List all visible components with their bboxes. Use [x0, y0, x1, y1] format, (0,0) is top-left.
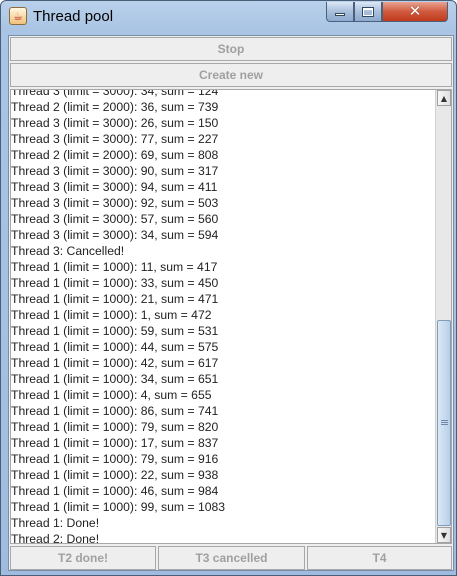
log-line: Thread 1 (limit = 1000): 42, sum = 617: [11, 356, 219, 370]
scroll-up-arrow-icon[interactable]: ▲: [437, 90, 451, 106]
log-line: Thread 1 (limit = 1000): 34, sum = 651: [11, 372, 219, 386]
minimize-button[interactable]: [326, 2, 354, 22]
log-line: Thread 1 (limit = 1000): 4, sum = 655: [11, 388, 212, 402]
log-line: Thread 3 (limit = 3000): 94, sum = 411: [11, 180, 218, 194]
log-line: Thread 1 (limit = 1000): 79, sum = 820: [11, 420, 219, 434]
log-line: Thread 1 (limit = 1000): 86, sum = 741: [11, 404, 219, 418]
window-title: Thread pool: [33, 8, 114, 25]
maximize-icon: [362, 6, 374, 17]
close-button[interactable]: ✕: [382, 2, 448, 22]
t3-status-button[interactable]: T3 cancelled: [158, 546, 305, 570]
log-line: Thread 1 (limit = 1000): 46, sum = 984: [11, 484, 219, 498]
log-line: Thread 3 (limit = 3000): 26, sum = 150: [11, 116, 219, 130]
log-line: Thread 3 (limit = 3000): 34, sum = 124: [11, 89, 219, 98]
log-line: Thread 1 (limit = 1000): 59, sum = 531: [11, 324, 219, 338]
log-line: Thread 1 (limit = 1000): 79, sum = 916: [11, 452, 219, 466]
create-new-button[interactable]: Create new: [10, 63, 452, 87]
log-line: Thread 1: Done!: [11, 516, 100, 530]
log-line: Thread 1 (limit = 1000): 1, sum = 472: [11, 308, 212, 322]
log-line: Thread 3 (limit = 3000): 77, sum = 227: [11, 132, 219, 146]
log-text-area[interactable]: Thread 3 (limit = 3000): 34, sum = 124 Th…: [10, 89, 452, 544]
log-line: Thread 1 (limit = 1000): 21, sum = 471: [11, 292, 219, 306]
java-cup-icon: ☕: [9, 7, 27, 25]
log-line: Thread 2 (limit = 2000): 69, sum = 808: [11, 148, 219, 162]
app-window: ☕ Thread pool ✕ Stop Create new Thread 3…: [0, 0, 457, 576]
log-line: Thread 2 (limit = 2000): 36, sum = 739: [11, 100, 219, 114]
log-line: Thread 3 (limit = 3000): 90, sum = 317: [11, 164, 219, 178]
log-line: Thread 3: Cancelled!: [11, 244, 125, 258]
log-line: Thread 1 (limit = 1000): 44, sum = 575: [11, 340, 219, 354]
log-line: Thread 2: Done!: [11, 532, 100, 544]
scroll-down-arrow-icon[interactable]: ▼: [437, 527, 451, 543]
content-pane: Stop Create new Thread 3 (limit = 3000):…: [8, 35, 454, 571]
close-icon: ✕: [408, 2, 422, 20]
vertical-scrollbar[interactable]: ▲ ▼: [435, 90, 451, 543]
log-line: Thread 1 (limit = 1000): 22, sum = 938: [11, 468, 219, 482]
minimize-icon: [335, 13, 345, 16]
log-lines: Thread 3 (limit = 3000): 34, sum = 124 Th…: [11, 89, 436, 544]
title-bar[interactable]: ☕ Thread pool ✕: [1, 1, 456, 31]
stop-button[interactable]: Stop: [10, 37, 452, 61]
log-line: Thread 1 (limit = 1000): 33, sum = 450: [11, 276, 219, 290]
thread-status-bar: T2 done! T3 cancelled T4: [10, 546, 452, 570]
log-line: Thread 1 (limit = 1000): 17, sum = 837: [11, 436, 219, 450]
log-line: Thread 3 (limit = 3000): 57, sum = 560: [11, 212, 219, 226]
log-line: Thread 1 (limit = 1000): 99, sum = 1083: [11, 500, 226, 514]
scroll-thumb[interactable]: [437, 320, 451, 526]
log-line: Thread 1 (limit = 1000): 11, sum = 417: [11, 260, 218, 274]
t2-status-button[interactable]: T2 done!: [10, 546, 156, 570]
maximize-button[interactable]: [354, 2, 382, 22]
t4-status-button[interactable]: T4: [307, 546, 452, 570]
log-line: Thread 3 (limit = 3000): 34, sum = 594: [11, 228, 219, 242]
log-line: Thread 3 (limit = 3000): 92, sum = 503: [11, 196, 219, 210]
